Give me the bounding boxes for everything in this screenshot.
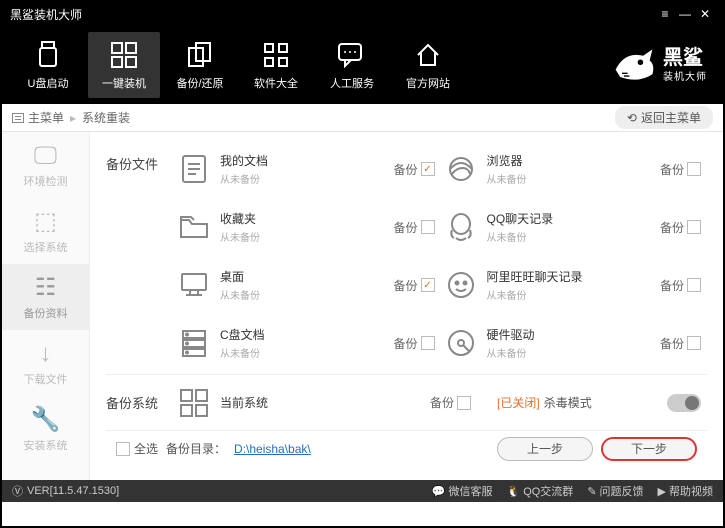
crumb-root[interactable]: 主菜单 xyxy=(28,109,64,126)
list-icon xyxy=(12,113,24,123)
link-wechat[interactable]: 💬 微信客服 xyxy=(432,483,493,499)
item-title: 阿里旺旺聊天记录 xyxy=(487,268,660,285)
sys-item-title: 当前系统 xyxy=(220,394,430,411)
cursor-icon: ⬚ xyxy=(34,207,57,236)
step-sidebar: 🖵环境检测 ⬚选择系统 ☷备份资料 ↓下载文件 🔧安装系统 xyxy=(2,132,90,480)
usb-icon xyxy=(36,39,60,71)
windows-icon xyxy=(110,39,138,71)
item-sub: 从未备份 xyxy=(487,171,660,186)
apps-icon xyxy=(262,39,290,71)
window-title: 黑鲨装机大师 xyxy=(10,6,655,23)
item-title: 硬件驱动 xyxy=(487,326,660,343)
nav-website[interactable]: 官方网站 xyxy=(392,32,464,98)
dir-label: 备份目录： xyxy=(166,440,226,457)
step-env[interactable]: 🖵环境检测 xyxy=(2,132,89,198)
nav-install[interactable]: 一键装机 xyxy=(88,32,160,98)
kill-toggle[interactable] xyxy=(667,394,701,412)
download-icon: ↓ xyxy=(40,340,52,368)
item-title: 桌面 xyxy=(220,268,393,285)
item-backup-check[interactable]: 备份 xyxy=(660,277,707,294)
nav-software[interactable]: 软件大全 xyxy=(240,32,312,98)
nav-support[interactable]: 人工服务 xyxy=(316,32,388,98)
top-nav: U盘启动 一键装机 备份/还原 软件大全 人工服务 官方网站 黑鲨 装机大师 xyxy=(2,26,723,104)
step-select[interactable]: ⬚选择系统 xyxy=(2,198,89,264)
link-qq[interactable]: 🐧 QQ交流群 xyxy=(506,483,573,499)
kill-label: 杀毒模式 xyxy=(544,394,592,411)
kill-status: [已关闭] xyxy=(497,394,540,411)
qq-icon xyxy=(441,207,481,247)
monitor-check-icon: 🖵 xyxy=(34,142,57,170)
chat-icon xyxy=(337,39,367,71)
item-title: 我的文档 xyxy=(220,152,393,169)
link-help[interactable]: ▶ 帮助视频 xyxy=(658,483,713,499)
item-backup-check[interactable]: 备份 xyxy=(660,161,707,178)
prev-button[interactable]: 上一步 xyxy=(497,437,593,461)
desktop-icon xyxy=(174,265,214,305)
nav-backup[interactable]: 备份/还原 xyxy=(164,32,236,98)
step-download[interactable]: ↓下载文件 xyxy=(2,330,89,396)
item-backup-check[interactable]: 备份 xyxy=(660,335,707,352)
copy-icon xyxy=(186,39,214,71)
section-sys-label: 备份系统 xyxy=(106,393,174,412)
step-install[interactable]: 🔧安装系统 xyxy=(2,396,89,462)
back-button[interactable]: ⟲ 返回主菜单 xyxy=(615,106,713,129)
item-sub: 从未备份 xyxy=(487,229,660,244)
shark-logo-icon xyxy=(611,42,657,88)
home-icon xyxy=(414,39,442,71)
item-backup-check[interactable]: 备份✓ xyxy=(393,277,440,294)
item-sub: 从未备份 xyxy=(220,229,393,244)
database-icon: ☷ xyxy=(35,273,57,302)
sys-backup-check[interactable]: 备份 xyxy=(430,394,477,411)
brand: 黑鲨 装机大师 xyxy=(611,42,713,88)
step-backup[interactable]: ☷备份资料 xyxy=(2,264,89,330)
item-title: QQ聊天记录 xyxy=(487,210,660,227)
doc-icon xyxy=(174,149,214,189)
folder-icon xyxy=(174,207,214,247)
menu-button[interactable]: ≡ xyxy=(655,7,675,21)
server-icon xyxy=(174,323,214,363)
nav-usb[interactable]: U盘启动 xyxy=(12,32,84,98)
breadcrumb: 主菜单 ▸ 系统重装 ⟲ 返回主菜单 xyxy=(2,104,723,132)
item-backup-check[interactable]: 备份 xyxy=(660,219,707,236)
section-files-label: 备份文件 xyxy=(106,140,174,372)
select-all[interactable]: 全选 xyxy=(116,440,158,457)
item-backup-check[interactable]: 备份✓ xyxy=(393,161,440,178)
item-title: C盘文档 xyxy=(220,326,393,343)
ie-icon xyxy=(441,149,481,189)
item-sub: 从未备份 xyxy=(220,287,393,302)
minimize-button[interactable]: — xyxy=(675,7,695,21)
wrench-icon: 🔧 xyxy=(31,405,61,434)
item-backup-check[interactable]: 备份 xyxy=(393,219,440,236)
os-icon xyxy=(174,383,214,423)
close-button[interactable]: ✕ xyxy=(695,7,715,21)
ww-icon xyxy=(441,265,481,305)
item-sub: 从未备份 xyxy=(487,345,660,360)
item-sub: 从未备份 xyxy=(487,287,660,302)
hdd-icon xyxy=(441,323,481,363)
item-title: 收藏夹 xyxy=(220,210,393,227)
item-sub: 从未备份 xyxy=(220,345,393,360)
status-bar: Ⓥ VER[11.5.47.1530] 💬 微信客服 🐧 QQ交流群 ✎ 问题反… xyxy=(2,480,723,502)
item-backup-check[interactable]: 备份 xyxy=(393,335,440,352)
backup-dir-link[interactable]: D:\heisha\bak\ xyxy=(234,442,311,456)
item-sub: 从未备份 xyxy=(220,171,393,186)
version[interactable]: Ⓥ VER[11.5.47.1530] xyxy=(12,483,119,499)
crumb-current: 系统重装 xyxy=(82,109,130,126)
next-button[interactable]: 下一步 xyxy=(601,437,697,461)
item-title: 浏览器 xyxy=(487,152,660,169)
link-feedback[interactable]: ✎ 问题反馈 xyxy=(587,483,643,499)
